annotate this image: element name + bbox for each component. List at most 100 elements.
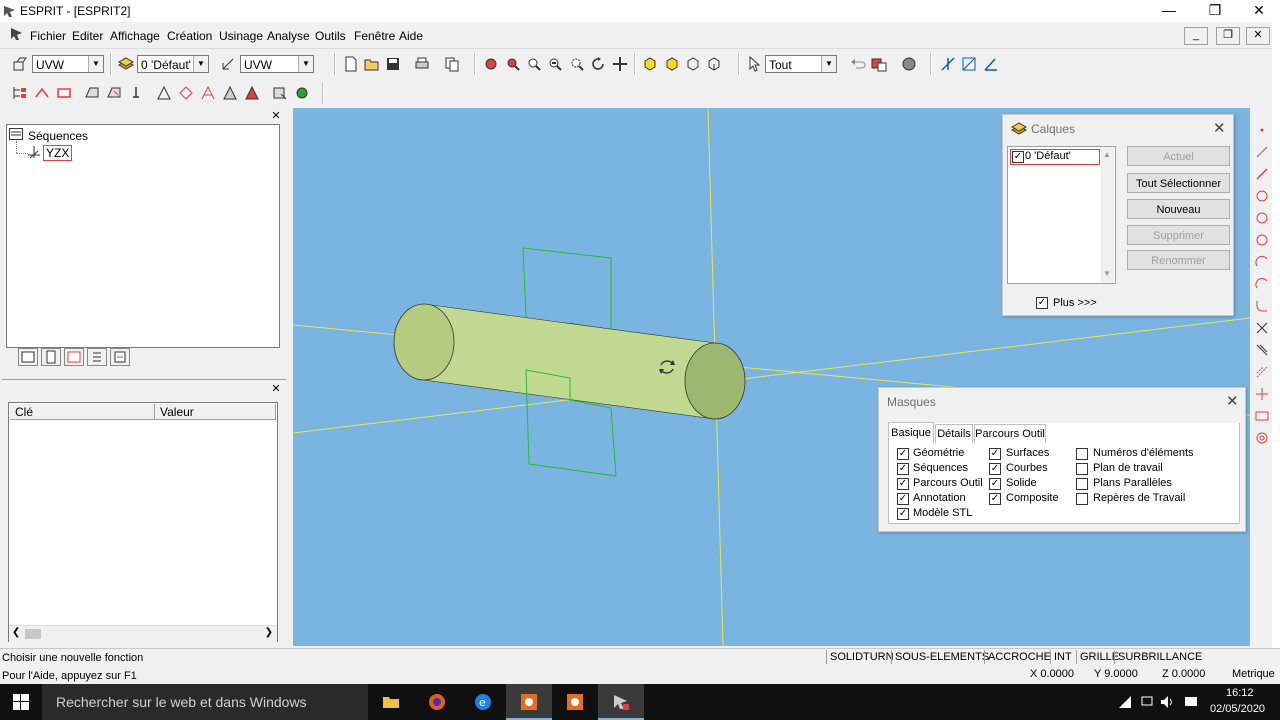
layer-visible-checkbox[interactable]: ✓ bbox=[1012, 151, 1024, 163]
taskbar-app-orange-1[interactable] bbox=[506, 684, 552, 720]
surfaces-checkbox[interactable]: ✓ bbox=[989, 448, 1001, 460]
rename-layer-button[interactable]: Renommer bbox=[1127, 250, 1230, 270]
layers-dialog-close-icon[interactable]: ✕ bbox=[1213, 119, 1226, 137]
segment-icon[interactable] bbox=[1254, 166, 1270, 182]
rectangle-icon[interactable] bbox=[56, 85, 72, 101]
menu-outils[interactable]: Outils bbox=[315, 29, 346, 43]
selection-filter-combo[interactable]: Tout ▼ bbox=[765, 55, 837, 73]
wireframe-icon[interactable] bbox=[685, 56, 701, 72]
parcours-outil-label[interactable]: Parcours Outil bbox=[913, 477, 983, 489]
zoom-in-icon[interactable] bbox=[526, 56, 542, 72]
close-button[interactable]: ✕ bbox=[1236, 0, 1280, 22]
status-grille[interactable]: GRILLE bbox=[1076, 650, 1119, 664]
rectangle-tool-icon[interactable] bbox=[1254, 408, 1270, 424]
drilling-icon[interactable] bbox=[128, 85, 144, 101]
coordinate-combo[interactable]: UVW ▼ bbox=[240, 55, 314, 73]
plans-paralleles-label[interactable]: Plans Parallèles bbox=[1093, 477, 1172, 489]
status-sous-elements[interactable]: SOUS-ELEMENTS bbox=[891, 650, 989, 664]
menu-fenetre[interactable]: Fenêtre bbox=[354, 29, 395, 43]
menu-fichier[interactable]: Fichier bbox=[30, 29, 66, 43]
sequences-checkbox[interactable]: ✓ bbox=[897, 463, 909, 475]
plus-checkbox[interactable]: ✓ bbox=[1036, 297, 1048, 309]
arc-2-icon[interactable] bbox=[1254, 276, 1270, 292]
surfaces-label[interactable]: Surfaces bbox=[1006, 447, 1049, 459]
new-layer-button[interactable]: Nouveau bbox=[1127, 199, 1230, 219]
status-solidturn[interactable]: SOLIDTURN bbox=[826, 650, 894, 664]
arc-icon[interactable] bbox=[1254, 254, 1270, 270]
sequences-label[interactable]: Séquences bbox=[913, 462, 968, 474]
modele-stl-checkbox[interactable]: ✓ bbox=[897, 508, 909, 520]
copy-icon[interactable] bbox=[444, 56, 460, 72]
plans-paralleles-checkbox[interactable] bbox=[1076, 478, 1088, 490]
document-app-icon[interactable] bbox=[10, 27, 24, 41]
numeros-elements-label[interactable]: Numéros d'éléments bbox=[1093, 447, 1194, 459]
chevron-down-icon[interactable]: ▼ bbox=[88, 56, 103, 72]
menu-analyse[interactable]: Analyse bbox=[267, 29, 310, 43]
column-header-key[interactable]: Clé bbox=[10, 404, 155, 420]
column-header-value[interactable]: Valeur bbox=[155, 404, 276, 420]
reperes-travail-checkbox[interactable] bbox=[1076, 493, 1088, 505]
actuel-button[interactable]: Actuel bbox=[1127, 146, 1230, 166]
turning-icon[interactable] bbox=[84, 85, 100, 101]
feature-tree-icon[interactable] bbox=[12, 85, 28, 101]
tab-features-icon[interactable] bbox=[110, 348, 130, 366]
workplane-icon[interactable] bbox=[12, 56, 28, 72]
milling-icon[interactable] bbox=[106, 85, 122, 101]
scroll-down-icon[interactable]: ▼ bbox=[1103, 269, 1111, 278]
nc-code-icon[interactable] bbox=[294, 85, 310, 101]
point-icon[interactable] bbox=[1254, 122, 1270, 138]
menu-aide[interactable]: Aide bbox=[399, 29, 423, 43]
pattern-icon[interactable] bbox=[1254, 364, 1270, 380]
volume-icon[interactable] bbox=[1160, 695, 1176, 709]
horizontal-scrollbar[interactable]: ❮ ❯ bbox=[9, 625, 277, 642]
solide-checkbox[interactable]: ✓ bbox=[989, 478, 1001, 490]
contour-icon[interactable] bbox=[200, 85, 216, 101]
plus-label[interactable]: Plus >>> bbox=[1053, 297, 1097, 309]
tree-panel-close-icon[interactable]: ✕ bbox=[271, 111, 281, 122]
taskbar-app-orange-2[interactable] bbox=[552, 684, 598, 720]
tree-root-label[interactable]: Séquences bbox=[28, 129, 88, 143]
operation-icon[interactable] bbox=[34, 85, 50, 101]
tangent-icon[interactable] bbox=[1254, 386, 1270, 402]
scroll-up-icon[interactable]: ▲ bbox=[1103, 150, 1111, 159]
status-accroche[interactable]: ACCROCHE bbox=[984, 650, 1051, 664]
geometrie-checkbox[interactable]: ✓ bbox=[897, 448, 909, 460]
snap-angle-icon[interactable] bbox=[983, 56, 999, 72]
simulation-icon[interactable] bbox=[272, 85, 288, 101]
panel-splitter[interactable] bbox=[2, 379, 286, 383]
mdi-restore-button[interactable]: ❐ bbox=[1216, 27, 1240, 45]
tab-parcours-outil[interactable]: Parcours Outil bbox=[974, 424, 1046, 443]
layer-list-scrollbar[interactable]: ▲ ▼ bbox=[1101, 147, 1114, 283]
line-tool-icon[interactable] bbox=[1254, 144, 1270, 160]
roughing-icon[interactable] bbox=[222, 85, 238, 101]
tree-item-yzx[interactable]: YZX bbox=[43, 145, 73, 161]
network-wired-icon[interactable] bbox=[1140, 695, 1154, 709]
status-surbrillance[interactable]: SURBRILLANCE bbox=[1114, 650, 1202, 664]
modele-stl-label[interactable]: Modèle STL bbox=[913, 507, 972, 519]
pan-icon[interactable] bbox=[612, 56, 628, 72]
tab-details[interactable]: Détails bbox=[935, 424, 973, 443]
save-icon[interactable] bbox=[385, 56, 401, 72]
notification-icon[interactable] bbox=[1184, 695, 1198, 709]
properties-panel-close-icon[interactable]: ✕ bbox=[271, 384, 281, 395]
zoom-fit-icon[interactable] bbox=[569, 56, 585, 72]
scrollbar-thumb[interactable] bbox=[25, 629, 41, 639]
tab-layers-icon[interactable] bbox=[18, 348, 38, 366]
view-dynamic-icon[interactable] bbox=[483, 56, 499, 72]
taskbar-esprit[interactable] bbox=[598, 684, 644, 720]
pocket-icon[interactable] bbox=[178, 85, 194, 101]
layer-manager-icon[interactable] bbox=[871, 56, 887, 72]
finishing-icon[interactable] bbox=[244, 85, 260, 101]
annotation-checkbox[interactable]: ✓ bbox=[897, 493, 909, 505]
plan-de-travail-label[interactable]: Plan de travail bbox=[1093, 462, 1163, 474]
plan-de-travail-checkbox[interactable] bbox=[1076, 463, 1088, 475]
offset-icon[interactable] bbox=[1254, 342, 1270, 358]
tab-documents-icon[interactable] bbox=[87, 348, 107, 366]
masks-dialog-close-icon[interactable]: ✕ bbox=[1226, 392, 1239, 410]
tab-tools-icon[interactable] bbox=[41, 348, 61, 366]
chevron-down-icon[interactable]: ▼ bbox=[298, 56, 313, 72]
layer-combo[interactable]: 0 'Défaut' ▼ bbox=[137, 55, 209, 73]
restore-button[interactable]: ❐ bbox=[1192, 0, 1238, 22]
zoom-window-icon[interactable] bbox=[505, 56, 521, 72]
clock-time[interactable]: 16:12 bbox=[1226, 687, 1254, 699]
